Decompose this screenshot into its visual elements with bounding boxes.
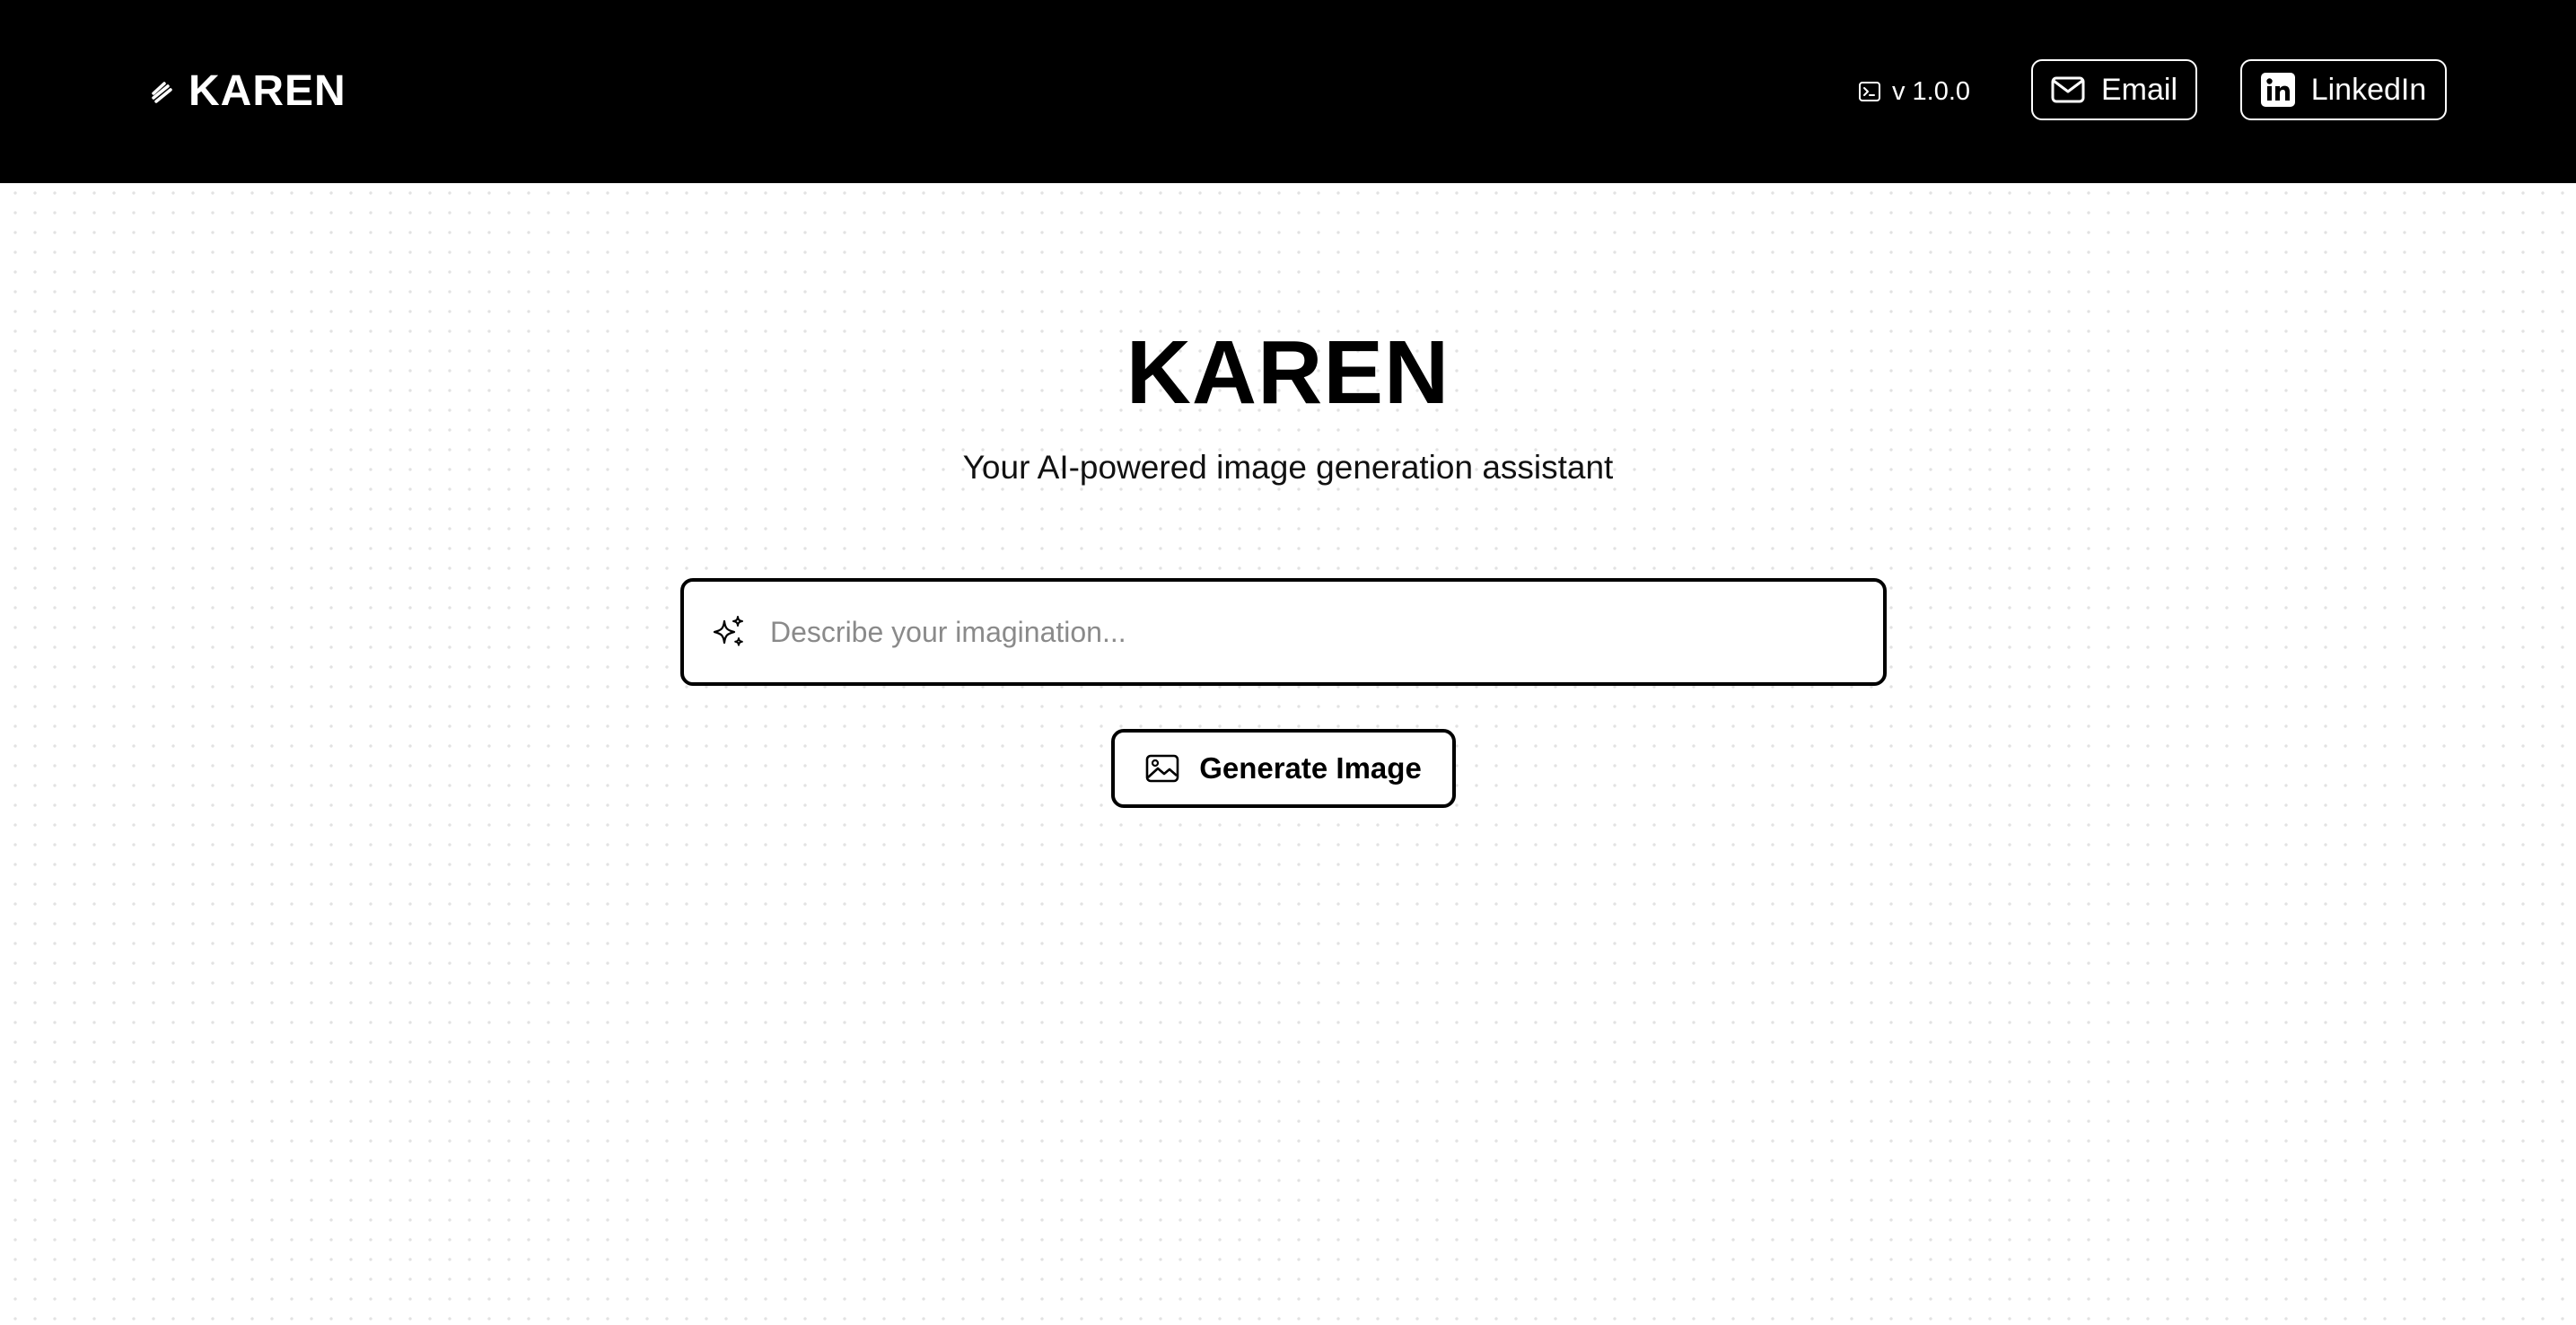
version-indicator: v 1.0.0 <box>1858 74 1970 110</box>
linkedin-icon <box>2260 73 2295 107</box>
email-button-label: Email <box>2100 72 2178 107</box>
prompt-input[interactable] <box>768 614 1862 650</box>
linkedin-button-label: LinkedIn <box>2310 72 2427 107</box>
top-navbar: KAREN v 1.0.0 Email LinkedIn <box>0 0 2576 183</box>
linkedin-button[interactable]: LinkedIn <box>2240 59 2447 120</box>
page-subtitle: Your AI-powered image generation assista… <box>962 449 1614 486</box>
page-title: KAREN <box>1126 322 1450 423</box>
prompt-field[interactable] <box>680 578 1887 686</box>
email-button[interactable]: Email <box>2031 59 2197 120</box>
generate-image-label: Generate Image <box>1199 751 1422 785</box>
terminal-icon <box>1858 80 1881 103</box>
version-label: v 1.0.0 <box>1892 76 1971 106</box>
brand-logo[interactable]: KAREN <box>149 63 346 120</box>
generate-image-button[interactable]: Generate Image <box>1111 729 1456 808</box>
sparkles-icon <box>711 614 747 650</box>
brand-name: KAREN <box>188 67 346 115</box>
mail-icon <box>2051 76 2085 103</box>
image-icon <box>1145 754 1179 783</box>
slash-lines-icon <box>149 78 176 105</box>
